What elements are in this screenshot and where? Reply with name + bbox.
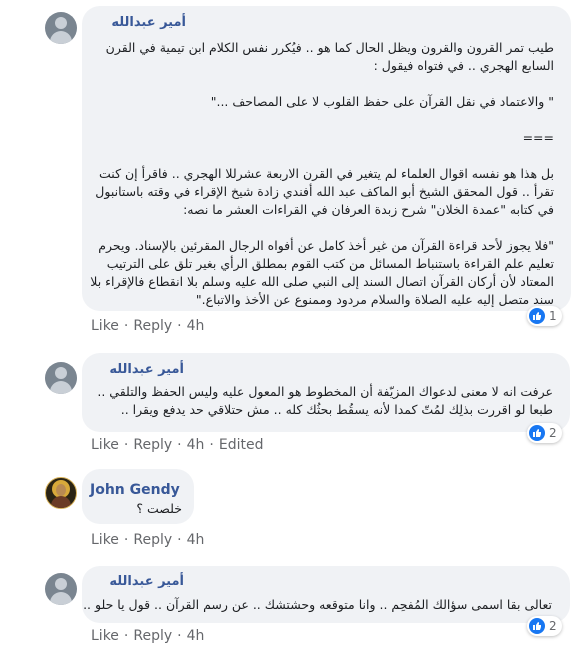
like-button[interactable]: Like: [91, 532, 119, 548]
comment-actions: Like · Reply · 4h · Edited: [91, 437, 264, 453]
reply-button[interactable]: Reply: [133, 437, 172, 453]
reply-button[interactable]: Reply: [133, 628, 172, 644]
reaction-count[interactable]: 1: [527, 306, 562, 326]
like-button[interactable]: Like: [91, 437, 119, 453]
comment-author[interactable]: John Gendy: [90, 482, 180, 498]
comment-bubble: أمير عبدالله طيب تمر القرون والقرون ويظل…: [82, 6, 571, 311]
comment-actions: Like · Reply · 4h: [91, 628, 205, 644]
icon-avatar[interactable]: [45, 477, 77, 509]
reaction-count[interactable]: 2: [527, 616, 562, 636]
like-button[interactable]: Like: [91, 628, 119, 644]
timestamp[interactable]: 4h: [187, 318, 205, 334]
comment-text: خلصت ؟: [136, 501, 182, 516]
comment-author[interactable]: أمير عبدالله: [111, 15, 186, 30]
reply-button[interactable]: Reply: [133, 532, 172, 548]
thumbs-up-icon: [529, 618, 545, 634]
comment-author[interactable]: أمير عبدالله: [109, 362, 184, 377]
comment-author[interactable]: أمير عبدالله: [109, 574, 184, 589]
default-avatar-icon[interactable]: [45, 362, 77, 394]
timestamp[interactable]: 4h: [187, 437, 205, 453]
default-avatar-icon[interactable]: [45, 573, 77, 605]
edited-label: Edited: [218, 437, 264, 453]
timestamp[interactable]: 4h: [187, 628, 205, 644]
default-avatar-icon[interactable]: [45, 12, 77, 44]
comment-bubble: John Gendy خلصت ؟: [82, 469, 194, 524]
comment-text: عرفت انه لا معنى لدعواك المزيّفة أن المخ…: [97, 384, 553, 417]
comment-actions: Like · Reply · 4h: [91, 318, 205, 334]
comment-text: تعالى بقا اسمى سؤالك المُفحِم .. وانا مت…: [83, 597, 552, 612]
thumbs-up-icon: [529, 425, 545, 441]
reply-button[interactable]: Reply: [133, 318, 172, 334]
comment-text: طيب تمر القرون والقرون ويظل الحال كما هو…: [90, 40, 554, 307]
like-button[interactable]: Like: [91, 318, 119, 334]
timestamp[interactable]: 4h: [187, 532, 205, 548]
reaction-count[interactable]: 2: [527, 423, 562, 443]
comment-bubble: أمير عبدالله عرفت انه لا معنى لدعواك الم…: [82, 353, 570, 432]
thumbs-up-icon: [529, 308, 545, 324]
comment-bubble: أمير عبدالله تعالى بقا اسمى سؤالك المُفح…: [82, 566, 570, 623]
comment-actions: Like · Reply · 4h: [91, 532, 205, 548]
